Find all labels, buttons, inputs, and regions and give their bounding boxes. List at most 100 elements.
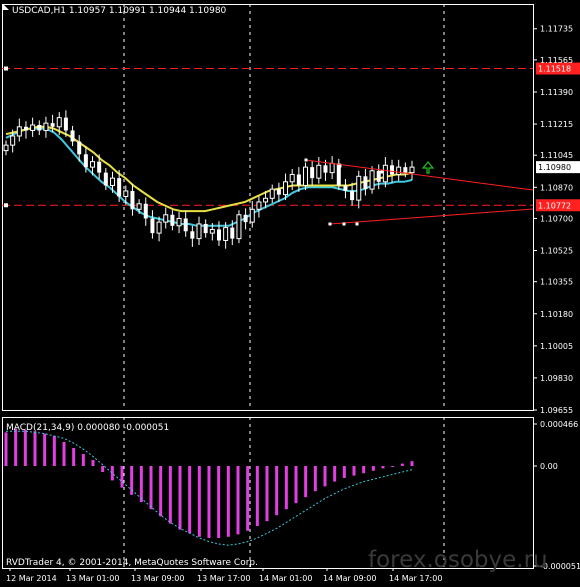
candle-bear bbox=[276, 189, 281, 195]
level-anchor bbox=[4, 203, 8, 208]
candle-bull bbox=[409, 166, 415, 174]
macd-bar bbox=[43, 433, 47, 466]
candle-bull bbox=[223, 227, 229, 241]
candle-bull bbox=[163, 214, 169, 223]
level-anchor bbox=[4, 66, 8, 71]
macd-bar bbox=[323, 466, 327, 487]
trendline-anchor bbox=[338, 164, 342, 168]
trendline-anchor bbox=[328, 222, 332, 226]
candle-bear bbox=[97, 161, 102, 173]
candle-bull bbox=[30, 124, 36, 131]
price-chart: 1.115181.10772 1.119101.117351.115651.11… bbox=[2, 0, 580, 583]
candle-bull bbox=[236, 214, 242, 240]
candle-bull bbox=[176, 217, 182, 227]
macd-bar bbox=[226, 466, 230, 537]
macd-header: MACD(21,34,9) 0.000080 -0.000051 bbox=[6, 423, 169, 433]
macd-bar bbox=[81, 454, 85, 466]
price-tick-label: 1.11735 bbox=[540, 25, 573, 34]
macd-bar bbox=[52, 436, 56, 466]
price-tick-label: 1.09655 bbox=[540, 406, 573, 415]
macd-bar bbox=[33, 431, 37, 466]
candle-bear bbox=[143, 203, 148, 219]
macd-bar bbox=[14, 428, 18, 466]
candle-bull bbox=[109, 177, 115, 186]
candle-bull bbox=[356, 175, 362, 201]
candle-bull bbox=[396, 166, 402, 175]
price-tick-label: 1.11045 bbox=[540, 151, 573, 160]
time-tick-label: 14 Mar 17:00 bbox=[389, 574, 442, 583]
up-arrow-icon bbox=[421, 161, 435, 174]
candle-bull bbox=[156, 221, 162, 234]
level-price-text: 1.11518 bbox=[538, 65, 571, 74]
candle-bear bbox=[216, 229, 221, 241]
candle-bull bbox=[329, 162, 335, 174]
macd-bar bbox=[362, 466, 366, 474]
candle-bear bbox=[37, 124, 42, 131]
macd-bar bbox=[110, 466, 114, 481]
macd-bar bbox=[246, 466, 250, 531]
price-tick-label: 1.10005 bbox=[540, 342, 573, 351]
trendline-anchor bbox=[355, 222, 359, 226]
candle-bear bbox=[23, 126, 28, 131]
candle-bear bbox=[323, 165, 328, 173]
candle-bull bbox=[249, 208, 255, 223]
macd-bar bbox=[168, 466, 172, 524]
candle-bull bbox=[196, 223, 202, 240]
main-frame bbox=[2, 4, 534, 411]
macd-bar bbox=[284, 466, 288, 510]
macd-bar bbox=[4, 432, 8, 466]
horizontal-levels[interactable]: 1.11518 1.10772 bbox=[2, 62, 580, 212]
candle-bull bbox=[283, 181, 289, 196]
candle-bull bbox=[256, 201, 262, 210]
macd-bar bbox=[352, 466, 356, 476]
watermark: forex.osobye.ru bbox=[368, 547, 548, 573]
macd-bar bbox=[313, 466, 317, 492]
candle-bear bbox=[310, 167, 315, 179]
candle-bear bbox=[170, 214, 175, 226]
time-tick-label: 13 Mar 09:00 bbox=[131, 574, 184, 583]
macd-bar bbox=[304, 466, 308, 498]
support-trendline bbox=[329, 208, 534, 225]
candle-bull bbox=[382, 164, 388, 183]
candle-bull bbox=[316, 164, 322, 179]
candle-bear bbox=[296, 174, 301, 186]
candles bbox=[3, 110, 415, 249]
macd-bar bbox=[400, 463, 404, 466]
candle-bear bbox=[183, 218, 188, 232]
candle-bear bbox=[77, 141, 82, 155]
candle-bear bbox=[203, 223, 208, 234]
price-tick-label: 1.09830 bbox=[540, 374, 573, 383]
macd-bar bbox=[236, 466, 240, 535]
symbol-header: USDCAD,H1 1.10957 1.10991 1.10944 1.1098… bbox=[12, 6, 227, 16]
candle-bear bbox=[363, 176, 368, 190]
macd-bar bbox=[62, 442, 66, 466]
macd-bar bbox=[159, 466, 163, 517]
candle-bear bbox=[230, 227, 235, 239]
macd-bar bbox=[188, 466, 192, 534]
macd-bar bbox=[265, 466, 269, 522]
candle-bear bbox=[130, 190, 135, 210]
candle-bull bbox=[136, 203, 142, 210]
trendline-anchor bbox=[342, 222, 346, 226]
macd-bar bbox=[275, 466, 279, 516]
copyright-text: RVDTrader 4, © 2001-2014, MetaQuotes Sof… bbox=[6, 558, 258, 568]
candle-bear bbox=[150, 218, 155, 234]
price-tick-label: 1.10700 bbox=[540, 214, 573, 223]
macd-bar bbox=[139, 466, 143, 502]
macd-bar bbox=[294, 466, 298, 504]
candle-bull bbox=[263, 197, 269, 203]
candle-bull bbox=[303, 166, 309, 186]
candle-bull bbox=[3, 144, 9, 152]
macd-tick-label: 0.00 bbox=[540, 462, 558, 471]
candle-bull bbox=[269, 188, 275, 199]
level-price-text: 1.10772 bbox=[538, 201, 571, 210]
moving-averages bbox=[5, 125, 413, 227]
macd-bar bbox=[410, 461, 414, 466]
candle-bear bbox=[243, 214, 248, 223]
price-tick-label: 1.11215 bbox=[540, 120, 573, 129]
macd-bar bbox=[91, 460, 95, 466]
current-price-text: 1.10980 bbox=[538, 163, 571, 172]
macd-bar bbox=[72, 448, 76, 466]
macd-bar bbox=[149, 466, 153, 510]
candle-bull bbox=[369, 170, 375, 190]
